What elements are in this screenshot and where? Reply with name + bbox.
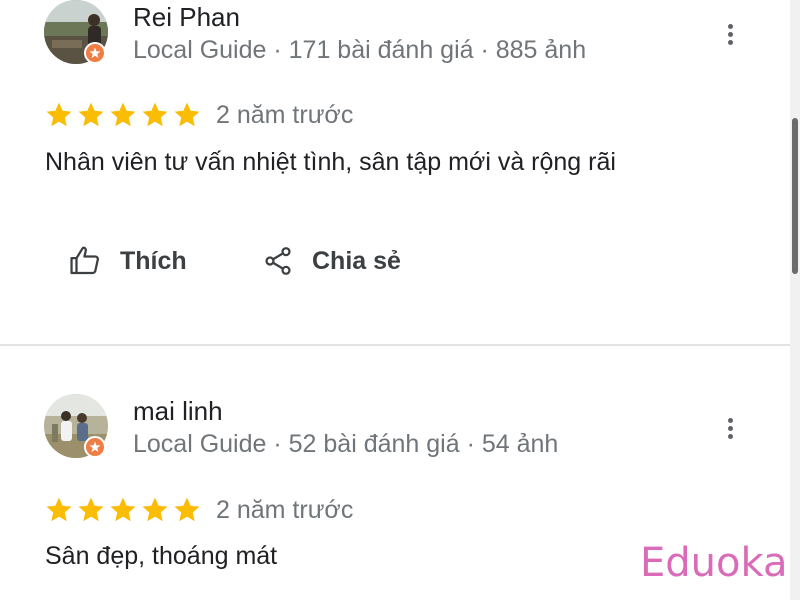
share-label: Chia sẻ: [312, 246, 401, 275]
like-button[interactable]: Thích: [68, 238, 187, 284]
star-icon: [46, 102, 72, 127]
reviewer-name[interactable]: mai linh: [133, 396, 223, 427]
rating-row: 2 năm trước: [44, 99, 353, 131]
share-button[interactable]: Chia sẻ: [262, 238, 401, 284]
star-icon: [78, 497, 104, 522]
share-icon: [265, 247, 291, 275]
star-icon: [142, 497, 168, 522]
star-icon: [78, 102, 104, 127]
rating-row: 2 năm trước: [44, 494, 353, 526]
more-vert-icon[interactable]: [714, 410, 746, 446]
review-card: Rei Phan Local Guide · 171 bài đánh giá …: [0, 0, 790, 344]
review-time: 2 năm trước: [216, 495, 354, 524]
star-rating: [44, 495, 202, 525]
reviews-panel: Rei Phan Local Guide · 171 bài đánh giá …: [0, 0, 800, 600]
reviewer-meta: Local Guide · 52 bài đánh giá · 54 ảnh: [133, 430, 559, 458]
star-icon: [174, 102, 200, 127]
review-time: 2 năm trước: [216, 100, 354, 129]
avatar[interactable]: [44, 394, 108, 458]
thumbs-up-icon: [70, 246, 99, 275]
star-icon: [110, 102, 136, 127]
reviewer-name[interactable]: Rei Phan: [133, 2, 240, 33]
star-icon: [142, 102, 168, 127]
scrollbar-thumb[interactable]: [792, 118, 798, 274]
star-icon: [110, 497, 136, 522]
star-icon: [174, 497, 200, 522]
review-text: Sân đẹp, thoáng mát: [45, 542, 278, 570]
star-icon: [46, 497, 72, 522]
local-guide-star-icon: [84, 436, 106, 458]
scrollbar[interactable]: [790, 0, 800, 600]
star-rating: [44, 100, 202, 130]
avatar[interactable]: [44, 0, 108, 64]
reviewer-meta: Local Guide · 171 bài đánh giá · 885 ảnh: [133, 36, 587, 64]
review-text: Nhân viên tư vấn nhiệt tình, sân tập mới…: [45, 148, 616, 176]
more-vert-icon[interactable]: [714, 16, 746, 52]
local-guide-star-icon: [84, 42, 106, 64]
like-label: Thích: [120, 246, 187, 275]
watermark-logo: Eduoka: [640, 540, 788, 586]
